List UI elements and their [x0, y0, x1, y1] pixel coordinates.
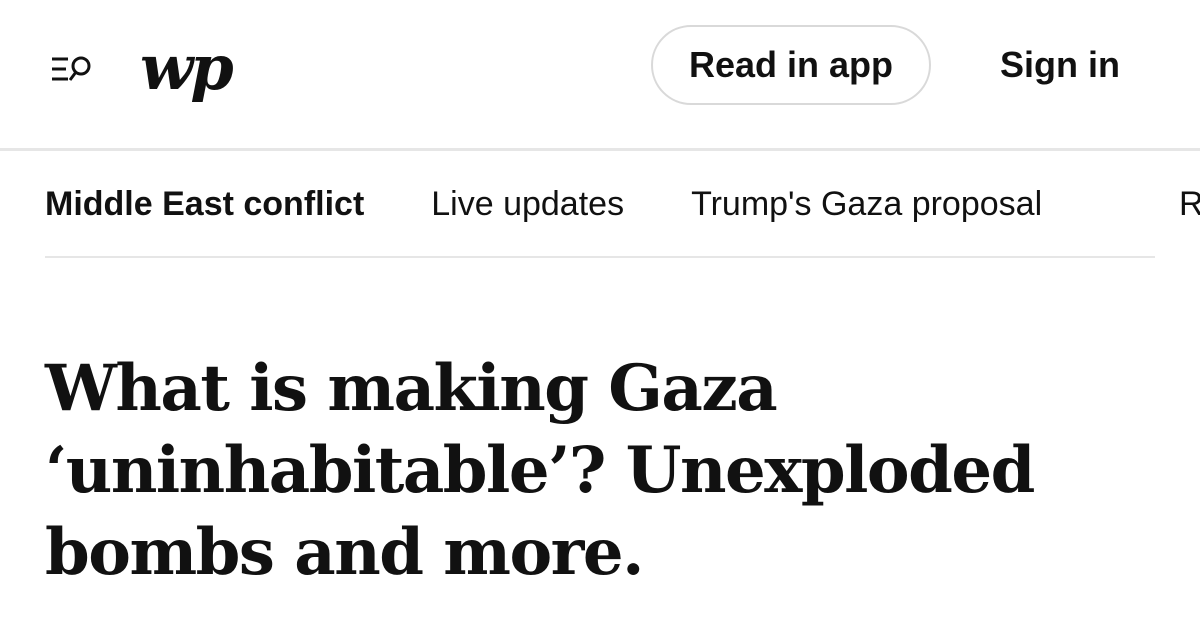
logo-wordmark: wp	[140, 31, 234, 104]
article-headline[interactable]: What is making Gaza ‘uninhabitable’? Une…	[45, 348, 1145, 594]
subnav-item-live-updates[interactable]: Live updates	[431, 185, 624, 224]
subnav-item-truncated[interactable]: R	[1179, 185, 1200, 224]
subnav-overflow: R	[1179, 152, 1200, 256]
subnav-track: Middle East conflict Live updates Trump'…	[45, 152, 1109, 256]
subnav-item-trumps-gaza-proposal[interactable]: Trump's Gaza proposal	[691, 185, 1042, 224]
menu-search-icon-graphic	[52, 56, 91, 81]
topic-subnav: Middle East conflict Live updates Trump'…	[45, 152, 1200, 258]
sign-in-button[interactable]: Sign in	[990, 25, 1130, 105]
menu-search-icon[interactable]	[50, 52, 96, 86]
read-in-app-button[interactable]: Read in app	[651, 25, 931, 105]
washington-post-logo[interactable]: wp	[140, 30, 234, 106]
subnav-item-middle-east-conflict[interactable]: Middle East conflict	[45, 185, 364, 224]
top-header: wp Read in app Sign in	[0, 0, 1200, 151]
